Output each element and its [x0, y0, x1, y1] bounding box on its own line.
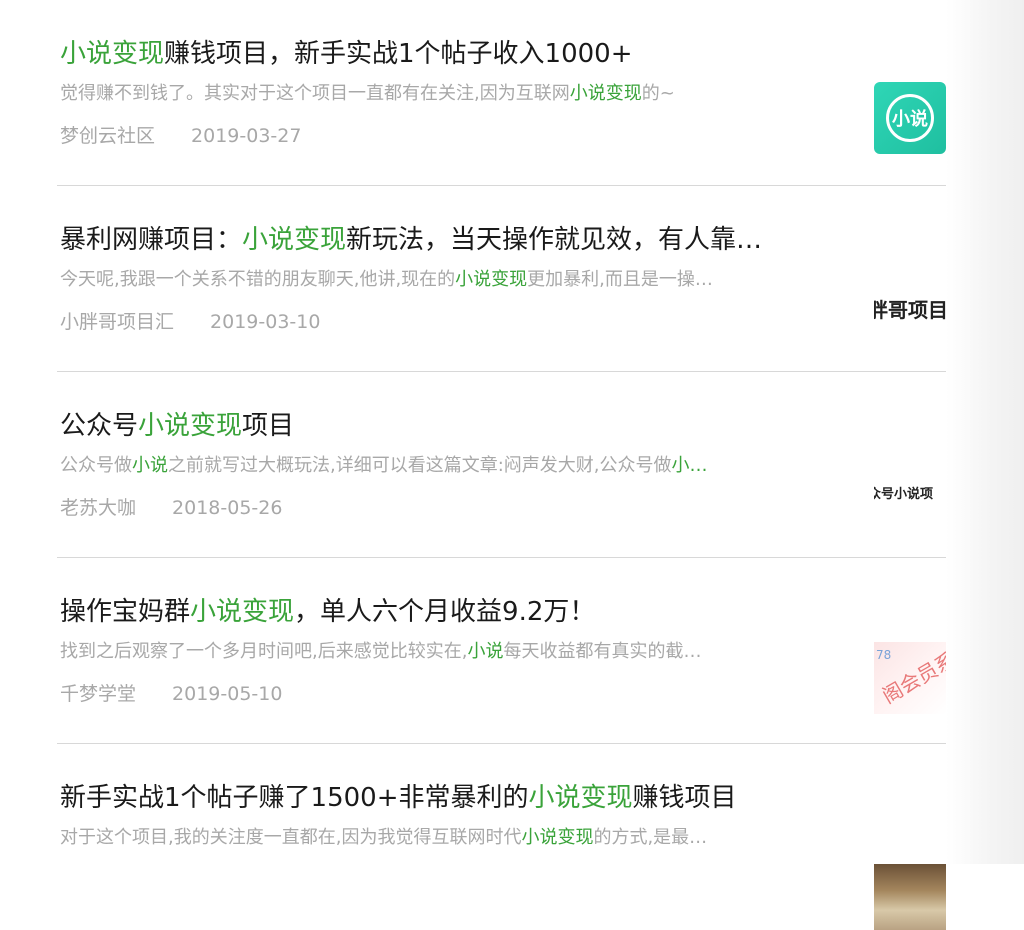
- snippet-text: 之前就写过大概玩法,详细可以看这篇文章:闷声发大财,公众号做: [168, 455, 672, 476]
- result-snippet: 今天呢,我跟一个关系不错的朋友聊天,他讲,现在的小说变现更加暴利,而且是一操…: [60, 266, 850, 294]
- snippet-text: 更加暴利,而且是一操…: [527, 269, 713, 290]
- result-title[interactable]: 新手实战1个帖子赚了1500+非常暴利的小说变现赚钱项目: [60, 780, 850, 816]
- title-text: 新玩法，当天操作就见效，有人靠…: [346, 225, 763, 255]
- result-title[interactable]: 公众号小说变现项目: [60, 408, 850, 444]
- novel-app-icon: 小说: [886, 94, 934, 142]
- title-keyword-highlight: 小说变现: [190, 597, 295, 627]
- result-date: 2019-05-10: [172, 683, 283, 705]
- title-text: 操作宝妈群: [60, 597, 191, 627]
- thumbnail-caption: 胖哥项目: [874, 297, 946, 322]
- title-keyword-highlight: 小说变现: [60, 39, 165, 69]
- thumbnail-number: 78: [876, 648, 892, 662]
- snippet-keyword-highlight: 小说: [132, 455, 168, 476]
- search-result-item[interactable]: 操作宝妈群小说变现，单人六个月收益9.2万！ 找到之后观察了一个多月时间吧,后来感…: [57, 558, 946, 744]
- snippet-text: 的方式,是最…: [593, 827, 708, 848]
- snippet-keyword-highlight: 小说变现: [521, 827, 594, 848]
- title-text: 新手实战1个帖子赚了1500+非常暴利的: [60, 783, 529, 813]
- snippet-keyword-highlight: 小…: [671, 455, 708, 476]
- snippet-text: 觉得赚不到钱了。其实对于这个项目一直都有在关注,因为互联网: [60, 83, 570, 104]
- result-source[interactable]: 老苏大咖: [60, 497, 136, 519]
- result-thumbnail[interactable]: [874, 864, 946, 930]
- title-text: 赚钱项目: [632, 783, 737, 813]
- title-text: 项目: [242, 411, 295, 441]
- result-thumbnail[interactable]: 众号小说项: [874, 456, 946, 528]
- result-snippet: 觉得赚不到钱了。其实对于这个项目一直都有在关注,因为互联网小说变现的~: [60, 80, 850, 108]
- result-source[interactable]: 梦创云社区: [60, 125, 155, 147]
- result-source[interactable]: 千梦学堂: [60, 683, 136, 705]
- title-keyword-highlight: 小说变现: [242, 225, 347, 255]
- result-date: 2018-05-26: [172, 497, 283, 519]
- result-meta: 梦创云社区 2019-03-27: [60, 122, 301, 150]
- result-title[interactable]: 操作宝妈群小说变现，单人六个月收益9.2万！: [60, 594, 850, 630]
- snippet-text: 的~: [641, 83, 675, 104]
- title-keyword-highlight: 小说变现: [138, 411, 243, 441]
- result-meta: 小胖哥项目汇 2019-03-10: [60, 308, 320, 336]
- result-title[interactable]: 暴利网赚项目：小说变现新玩法，当天操作就见效，有人靠…: [60, 222, 850, 258]
- title-keyword-highlight: 小说变现: [528, 783, 633, 813]
- result-snippet: 对于这个项目,我的关注度一直都在,因为我觉得互联网时代小说变现的方式,是最…: [60, 824, 850, 852]
- thumbnail-caption: 众号小说项: [874, 486, 934, 502]
- result-snippet: 公众号做小说之前就写过大概玩法,详细可以看这篇文章:闷声发大财,公众号做小…: [60, 452, 850, 480]
- search-result-item[interactable]: 暴利网赚项目：小说变现新玩法，当天操作就见效，有人靠… 今天呢,我跟一个关系不错的…: [57, 186, 946, 372]
- result-date: 2019-03-10: [210, 311, 321, 333]
- result-thumbnail[interactable]: 小说: [874, 82, 946, 154]
- search-result-item[interactable]: 新手实战1个帖子赚了1500+非常暴利的小说变现赚钱项目 对于这个项目,我的关注度…: [60, 744, 946, 930]
- result-thumbnail[interactable]: 胖哥项目: [874, 272, 946, 344]
- result-source[interactable]: 小胖哥项目汇: [60, 311, 174, 333]
- snippet-text: 找到之后观察了一个多月时间吧,后来感觉比较实在,: [60, 641, 468, 662]
- snippet-text: 公众号做: [60, 455, 132, 476]
- title-text: 公众号: [60, 411, 139, 441]
- result-thumbnail[interactable]: 78 阁会员系: [874, 642, 946, 714]
- snippet-text: 对于这个项目,我的关注度一直都在,因为我觉得互联网时代: [60, 827, 522, 848]
- title-text: ，单人六个月收益9.2万！: [294, 597, 596, 627]
- snippet-text: 今天呢,我跟一个关系不错的朋友聊天,他讲,现在的: [60, 269, 456, 290]
- snippet-keyword-highlight: 小说变现: [455, 269, 528, 290]
- snippet-keyword-highlight: 小说: [467, 641, 504, 662]
- snippet-text: 每天收益都有真实的截…: [503, 641, 702, 662]
- search-result-item[interactable]: 小说变现赚钱项目，新手实战1个帖子收入1000+ 觉得赚不到钱了。其实对于这个项目…: [57, 0, 946, 186]
- result-date: 2019-03-27: [191, 125, 302, 147]
- title-text: 暴利网赚项目：: [60, 225, 243, 255]
- result-title[interactable]: 小说变现赚钱项目，新手实战1个帖子收入1000+: [60, 36, 850, 72]
- right-edge-shade: [946, 0, 1024, 864]
- result-meta: 老苏大咖 2018-05-26: [60, 494, 282, 522]
- result-snippet: 找到之后观察了一个多月时间吧,后来感觉比较实在,小说每天收益都有真实的截…: [60, 638, 850, 666]
- snippet-keyword-highlight: 小说变现: [569, 83, 642, 104]
- title-text: 赚钱项目，新手实战1个帖子收入1000+: [164, 39, 633, 69]
- search-result-item[interactable]: 公众号小说变现项目公众号做小说之前就写过大概玩法,详细可以看这篇文章:闷声发大财…: [57, 372, 946, 558]
- result-meta: 千梦学堂 2019-05-10: [60, 680, 282, 708]
